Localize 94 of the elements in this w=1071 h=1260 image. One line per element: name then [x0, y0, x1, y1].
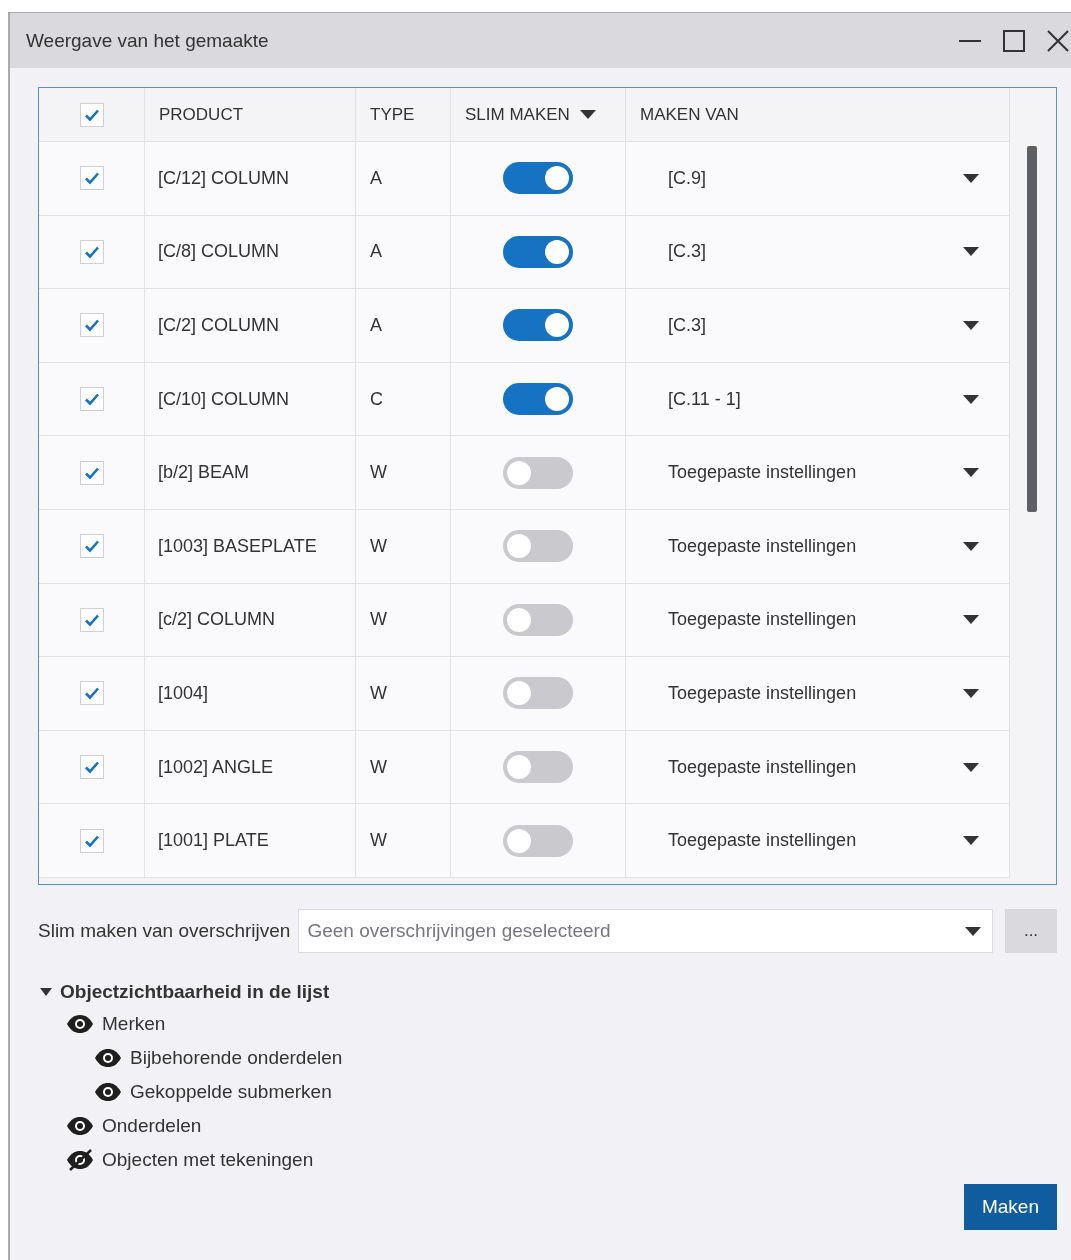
toggle-switch[interactable]: [503, 309, 573, 342]
checkmark-icon: [83, 833, 100, 848]
caret-icon: [963, 173, 979, 183]
dropdown[interactable]: Toegepaste instellingen: [626, 730, 1009, 804]
caret-icon: [963, 247, 979, 257]
dropdown[interactable]: [C.11 - 1]: [626, 362, 1009, 436]
table-cell: W: [370, 535, 387, 557]
checkbox[interactable]: [79, 460, 104, 485]
table-cell: W: [370, 682, 387, 704]
table-cell: A: [370, 315, 382, 336]
window-title: Weergave van het gemaakte: [26, 29, 270, 52]
caret-icon: [963, 762, 979, 772]
caret-icon: [963, 615, 979, 625]
checkbox[interactable]: [79, 102, 104, 127]
checkmark-icon: [83, 107, 100, 122]
tree-item[interactable]: Merken: [102, 1013, 166, 1035]
toggle-switch[interactable]: [503, 751, 573, 784]
table-cell: [C/10] COLUMN: [158, 388, 290, 410]
checkmark-icon: [83, 465, 100, 480]
toggle-switch[interactable]: [503, 235, 573, 268]
checkmark-icon: [83, 612, 100, 627]
table-cell: W: [370, 830, 387, 852]
table-cell: W: [370, 462, 387, 484]
section-title[interactable]: Objectzichtbaarheid in de lijst: [60, 981, 330, 1003]
browse-button[interactable]: ...: [1005, 909, 1057, 953]
dropdown[interactable]: [C.3]: [626, 289, 1009, 362]
dropdown[interactable]: [C.9]: [626, 142, 1009, 215]
column-header[interactable]: MAKEN VAN: [640, 104, 739, 125]
dropdown[interactable]: Toegepaste instellingen: [626, 436, 1009, 509]
checkbox[interactable]: [79, 681, 104, 706]
table-cell: [c/2] COLUMN: [158, 609, 276, 631]
tree-item[interactable]: Onderdelen: [102, 1115, 202, 1137]
checkbox[interactable]: [79, 828, 104, 853]
checkmark-icon: [83, 171, 100, 186]
caret-icon: [965, 927, 981, 936]
toggle-switch[interactable]: [503, 824, 573, 857]
caret-icon: [963, 468, 979, 478]
checkbox[interactable]: [79, 387, 104, 412]
caret-icon: [963, 321, 979, 330]
close-icon[interactable]: [1047, 29, 1069, 52]
maximize-icon[interactable]: [1003, 29, 1025, 52]
table-cell: A: [370, 241, 382, 263]
checkbox[interactable]: [79, 239, 104, 264]
column-header[interactable]: TYPE: [370, 104, 415, 125]
checkmark-icon: [83, 318, 100, 333]
table-cell: [1004]: [158, 682, 209, 704]
sort-caret-icon: [579, 110, 596, 119]
dropdown[interactable]: [C.3]: [626, 215, 1009, 289]
table-cell: [C/12] COLUMN: [158, 167, 290, 189]
dropdown[interactable]: Toegepaste instellingen: [626, 804, 1009, 877]
minimize-icon[interactable]: [959, 39, 981, 42]
checkmark-icon: [83, 686, 100, 701]
caret-icon: [963, 688, 979, 698]
expanded-caret-icon[interactable]: [40, 988, 52, 996]
checkbox[interactable]: [79, 166, 104, 191]
toggle-switch[interactable]: [503, 456, 573, 489]
tree-item[interactable]: Objecten met tekeningen: [102, 1149, 314, 1171]
dropdown[interactable]: Toegepaste instellingen: [626, 583, 1009, 657]
toggle-switch[interactable]: [503, 603, 573, 636]
tree-item[interactable]: Bijbehorende onderdelen: [130, 1047, 343, 1069]
checkbox[interactable]: [79, 755, 104, 780]
make-button[interactable]: Maken: [963, 1184, 1057, 1230]
table-cell: [1002] ANGLE: [158, 756, 274, 778]
checkbox[interactable]: [79, 313, 104, 338]
toggle-switch[interactable]: [503, 677, 573, 710]
column-header[interactable]: PRODUCT: [159, 104, 244, 125]
field-label: Slim maken van overschrijven: [38, 920, 291, 942]
table-cell: [1003] BASEPLATE: [158, 535, 317, 557]
caret-icon: [963, 541, 979, 551]
checkmark-icon: [83, 392, 100, 407]
tree-item[interactable]: Gekoppelde submerken: [130, 1081, 332, 1103]
table-cell: [C/8] COLUMN: [158, 241, 280, 263]
column-header[interactable]: SLIM MAKEN: [465, 104, 596, 125]
toggle-switch[interactable]: [503, 383, 573, 416]
caret-icon: [963, 394, 979, 404]
table-cell: W: [370, 756, 387, 778]
table-cell: [b/2] BEAM: [158, 462, 250, 484]
caret-icon: [963, 836, 979, 846]
checkbox[interactable]: [79, 534, 104, 559]
table-cell: A: [370, 167, 382, 189]
checkmark-icon: [83, 760, 100, 775]
toggle-switch[interactable]: [503, 530, 573, 563]
scrollbar-thumb[interactable]: [1027, 146, 1037, 512]
dropdown[interactable]: Toegepaste instellingen: [626, 509, 1009, 583]
checkmark-icon: [83, 539, 100, 554]
table-cell: W: [370, 609, 387, 631]
table-cell: [C/2] COLUMN: [158, 315, 280, 336]
table-cell: C: [370, 388, 383, 410]
toggle-switch[interactable]: [503, 162, 573, 195]
checkmark-icon: [83, 244, 100, 259]
checkbox[interactable]: [79, 607, 104, 632]
table-cell: [1001] PLATE: [158, 830, 269, 852]
dropdown[interactable]: Toegepaste instellingen: [626, 657, 1009, 730]
override-dropdown[interactable]: Geen overschrijvingen geselecteerd: [298, 909, 993, 953]
